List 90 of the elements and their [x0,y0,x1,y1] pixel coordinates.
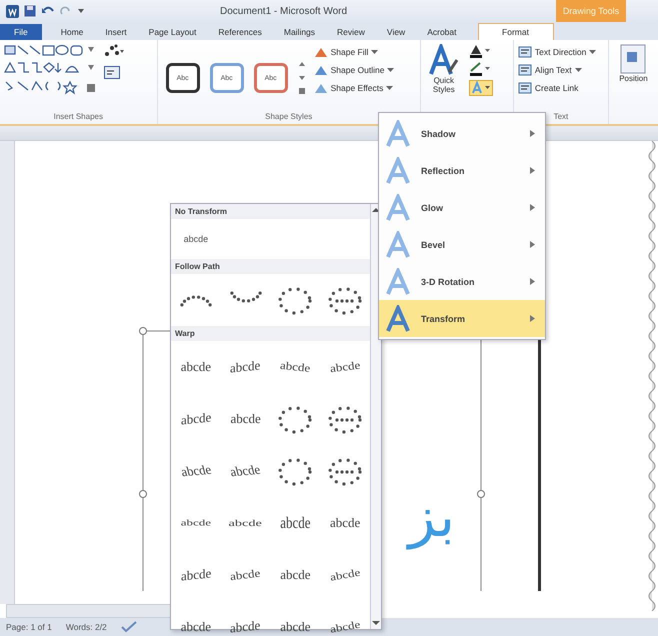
shape-command-icon [314,46,328,58]
group-label: Shape Styles [264,112,314,123]
text-effect-icon [385,268,411,296]
text-command-button[interactable]: Create Link [534,83,578,93]
transform-option[interactable]: abcde [230,617,261,636]
menu-item[interactable]: Glow [379,189,545,226]
text-outline-icon[interactable] [468,62,491,76]
transform-option[interactable]: abcde [230,411,261,427]
ribbon-tab[interactable]: Review [328,24,374,40]
caret-icon [387,67,394,73]
shape-command-button[interactable]: Shape Outline [330,65,394,75]
horizontal-scrollbar[interactable] [6,604,173,618]
ribbon-tab[interactable]: Acrobat [418,24,466,40]
ribbon-tab[interactable]: References [209,24,271,40]
transform-option[interactable]: abcde [329,566,362,584]
ribbon-tab[interactable]: Insert [96,24,136,40]
menu-item[interactable]: Shadow [379,115,545,152]
transform-option[interactable]: abcde [228,462,263,480]
submenu-arrow-icon [530,278,535,285]
ribbon-tab[interactable]: Format [478,23,554,40]
transform-option[interactable]: abcde [180,565,212,585]
ribbon-tab[interactable]: Mailings [274,24,324,40]
menu-item[interactable]: Bevel [379,226,545,263]
text-effect-icon [385,156,411,184]
ribbon-tab[interactable]: File [0,24,42,40]
transform-option[interactable]: abcde [184,234,208,244]
edit-shape-icon[interactable] [104,44,124,58]
transform-option[interactable]: abcde [329,618,362,636]
quick-styles-icon[interactable] [428,44,459,76]
text-effect-icon [385,230,411,258]
transform-option[interactable]: abcde [329,358,361,376]
caret-icon [386,85,394,91]
ribbon-tab[interactable]: View [378,24,414,40]
window-title: Document1 - Microsoft Word [220,6,348,16]
text-command-icon [518,46,532,58]
text-effect-icon [385,120,411,148]
word-icon[interactable] [6,4,19,18]
caret-icon [371,49,378,55]
shape-command-icon [314,82,328,94]
submenu-arrow-icon [530,167,535,174]
submenu-arrow-icon [530,241,535,248]
text-box-icon[interactable] [104,66,120,79]
group-label: Insert Shapes [52,112,104,123]
ribbon-tab[interactable]: Home [52,24,92,40]
text-effect-icon [385,304,411,332]
transform-option[interactable]: abcde [280,513,311,533]
scroll-down-icon[interactable] [372,620,380,626]
text-effect-icon [385,194,411,222]
page-count[interactable]: Page: 1 of 1 [6,622,52,632]
text-command-icon [518,64,532,76]
transform-option[interactable]: abcde [230,357,261,377]
submenu-arrow-icon [530,204,535,211]
submenu-arrow-icon [530,130,535,137]
text-fill-icon[interactable] [468,44,491,58]
contextual-tab-header: Drawing Tools [556,0,626,22]
caret-icon [589,49,596,55]
position-button[interactable]: Position [619,74,648,83]
transform-option[interactable]: abcde [228,517,262,529]
gallery-section-heading: No Transform [171,204,370,219]
gallery-scrollbar[interactable] [370,204,381,629]
submenu-arrow-icon [530,315,535,322]
transform-option[interactable]: abcde [180,518,212,528]
shape-command-icon [314,64,328,76]
position-icon[interactable] [620,44,646,74]
quick-styles-button[interactable]: Quick Styles [426,76,462,94]
transform-option[interactable]: abcde [330,515,360,531]
transform-option[interactable]: abcde [280,567,311,583]
transform-option[interactable]: abcde [230,566,262,584]
ribbon-tab[interactable]: Page Layout [140,24,206,40]
menu-item[interactable]: 3-D Rotation [379,263,545,300]
word-count[interactable]: Words: 2/2 [66,622,107,632]
save-icon[interactable] [24,5,36,17]
text-command-button[interactable]: Text Direction [534,47,596,57]
transform-option[interactable]: abcde [280,619,311,635]
transform-option[interactable]: abcde [180,409,212,429]
caret-icon [574,67,582,73]
gallery-section-heading: Follow Path [171,259,370,274]
text-command-icon [518,82,532,94]
menu-item[interactable]: Transform [379,300,545,337]
text-command-button[interactable]: Align Text [534,65,582,75]
group-label: Text [552,112,570,123]
transform-option[interactable]: abcde [180,359,212,375]
shape-command-button[interactable]: Shape Fill [330,47,378,57]
shape-command-button[interactable]: Shape Effects [330,83,394,93]
gallery-section-heading: Warp [171,326,370,341]
transform-option[interactable]: abcde [280,358,312,376]
menu-item[interactable]: Reflection [379,152,545,189]
proofing-icon[interactable] [120,621,137,633]
transform-option[interactable]: abcde [178,462,213,480]
transform-option[interactable]: abcde [180,619,212,635]
